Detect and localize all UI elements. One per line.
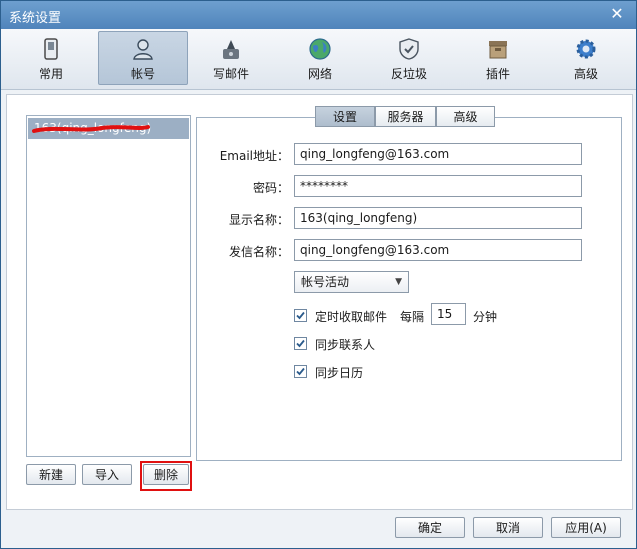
sync-contacts-label: 同步联系人 [315, 338, 376, 352]
new-account-button[interactable]: 新建 [26, 464, 76, 485]
window-title: 系统设置 [9, 11, 62, 26]
tab-server[interactable]: 服务器 [375, 106, 436, 127]
account-status-value: 帐号活动 [301, 275, 350, 289]
toolbar-item-network[interactable]: 网络 [276, 32, 364, 84]
ok-button[interactable]: 确定 [395, 517, 465, 538]
globe-icon [309, 38, 331, 60]
auto-receive-checkbox[interactable] [294, 309, 307, 322]
toolbar-label: 写邮件 [212, 67, 249, 81]
sender-name-label: 发信名称： [228, 245, 289, 259]
phone-icon [44, 38, 58, 60]
auto-receive-label: 定时收取邮件 [315, 310, 388, 324]
account-settings-form: Email地址： qing_longfeng@163.com 密码： *****… [196, 117, 622, 461]
redaction-mark [32, 125, 150, 133]
interval-unit: 分钟 [473, 310, 498, 324]
display-name-field[interactable]: 163(qing_longfeng) [294, 207, 582, 229]
toolbar-item-advanced[interactable]: 高级 [542, 32, 630, 84]
sync-calendar-checkbox[interactable] [294, 365, 307, 378]
delete-highlight-box [140, 461, 192, 491]
apply-button[interactable]: 应用(A) [551, 517, 621, 538]
account-list[interactable]: 163(qing_longfeng) [26, 115, 191, 457]
toolbar-label: 帐号 [130, 67, 155, 81]
tab-advanced[interactable]: 高级 [436, 106, 495, 127]
interval-input[interactable]: 15 [431, 303, 466, 325]
checkmark-icon [296, 339, 305, 348]
settings-toolbar: 常用 帐号 写邮件 网络 反垃圾 插件 高级 [1, 29, 636, 90]
checkmark-icon [296, 367, 305, 376]
title-bar[interactable]: 系统设置 ✕ [1, 1, 636, 29]
plugin-box-icon [489, 41, 507, 59]
account-settings-panel: 163(qing_longfeng) 新建 导入 删除 Email地址： qin… [6, 94, 633, 510]
compose-icon [223, 40, 239, 59]
cancel-button[interactable]: 取消 [473, 517, 543, 538]
sync-contacts-checkbox[interactable] [294, 337, 307, 350]
sync-calendar-label: 同步日历 [315, 366, 364, 380]
sender-name-field[interactable]: qing_longfeng@163.com [294, 239, 582, 261]
tab-settings[interactable]: 设置 [315, 106, 375, 127]
toolbar-item-antispam[interactable]: 反垃圾 [365, 32, 453, 84]
toolbar-label: 插件 [485, 67, 510, 81]
user-icon [133, 39, 153, 60]
interval-prefix: 每隔 [400, 310, 425, 324]
email-label: Email地址： [219, 149, 289, 163]
display-name-label: 显示名称： [228, 213, 289, 227]
close-icon[interactable]: ✕ [608, 5, 626, 23]
settings-window: 系统设置 ✕ 常用 帐号 写邮件 网络 反垃圾 插件 高级 163(qing_l… [0, 0, 637, 549]
toolbar-item-compose[interactable]: 写邮件 [187, 32, 275, 84]
email-field[interactable]: qing_longfeng@163.com [294, 143, 582, 165]
toolbar-label: 反垃圾 [390, 67, 427, 81]
toolbar-label: 网络 [307, 67, 332, 81]
toolbar-item-general[interactable]: 常用 [7, 32, 95, 84]
toolbar-label: 高级 [573, 67, 598, 81]
chevron-down-icon: ▼ [395, 277, 402, 287]
account-status-select[interactable]: 帐号活动 ▼ [294, 271, 409, 293]
gear-icon [576, 39, 596, 59]
toolbar-item-plugins[interactable]: 插件 [454, 32, 542, 84]
password-label: 密码： [252, 181, 289, 195]
checkmark-icon [296, 311, 305, 320]
toolbar-item-account[interactable]: 帐号 [98, 31, 188, 85]
toolbar-label: 常用 [38, 67, 63, 81]
account-list-item-selected[interactable]: 163(qing_longfeng) [28, 118, 189, 139]
password-field[interactable]: ******** [294, 175, 582, 197]
import-account-button[interactable]: 导入 [82, 464, 132, 485]
shield-icon [399, 38, 419, 60]
